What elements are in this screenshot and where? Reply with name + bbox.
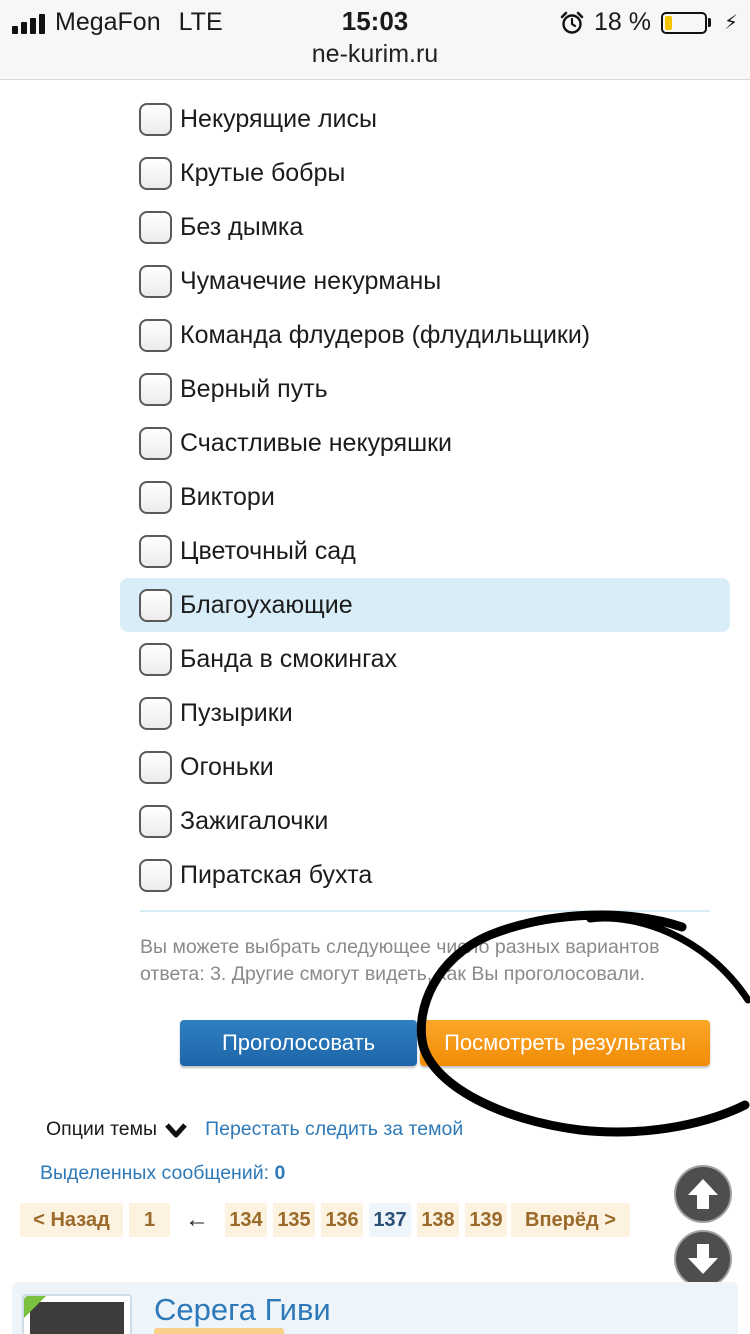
poll-option[interactable]: Пузырики xyxy=(120,686,730,740)
selected-messages[interactable]: Выделенных сообщений: 0 xyxy=(40,1162,285,1185)
post-card: Серега Гиви xyxy=(12,1282,738,1334)
page-number[interactable]: 134 xyxy=(225,1203,267,1237)
scroll-up-button[interactable] xyxy=(674,1165,732,1223)
prev-page-button[interactable]: < Назад xyxy=(20,1203,123,1237)
poll-option[interactable]: Благоухающие xyxy=(120,578,730,632)
poll-option-checkbox[interactable] xyxy=(139,588,172,622)
poll-hint: Вы можете выбрать следующее число разных… xyxy=(140,936,660,985)
poll-option-checkbox[interactable] xyxy=(139,534,172,568)
status-bar: MegaFon LTE 15:03 ne-kurim.ru 18 % ⚡ xyxy=(0,0,750,80)
selected-messages-label: Выделенных сообщений: xyxy=(40,1162,270,1184)
charging-bolt-icon: ⚡ xyxy=(723,12,738,34)
poll-option[interactable]: Крутые бобры xyxy=(120,146,730,200)
poll-option-label: Огоньки xyxy=(180,752,274,781)
page-number[interactable]: 136 xyxy=(321,1203,363,1237)
poll-option-label: Крутые бобры xyxy=(180,158,346,187)
poll-option[interactable]: Огоньки xyxy=(120,740,730,794)
poll-option-label: Без дымка xyxy=(180,212,304,241)
page-number[interactable]: 135 xyxy=(273,1203,315,1237)
page-gap-arrow: ← xyxy=(185,1206,209,1233)
poll-option-checkbox[interactable] xyxy=(139,210,172,244)
poll-option-checkbox[interactable] xyxy=(139,480,172,514)
poll-option-label: Пузырики xyxy=(180,698,293,727)
poll-option-label: Банда в смокингах xyxy=(180,644,398,673)
battery-percent: 18 % xyxy=(593,8,651,36)
page-number[interactable]: 139 xyxy=(465,1203,507,1237)
poll-option-label: Цветочный сад xyxy=(180,536,356,565)
poll-option[interactable]: Команда флудеров (флудильщики) xyxy=(120,308,730,362)
poll-option[interactable]: Зажигалочки xyxy=(120,794,730,848)
poll-option-checkbox[interactable] xyxy=(139,102,172,136)
poll-option-label: Команда флудеров (флудильщики) xyxy=(180,320,591,349)
poll-option-label: Благоухающие xyxy=(180,590,353,619)
page-current[interactable]: 137 xyxy=(369,1203,411,1237)
poll-option-checkbox[interactable] xyxy=(139,642,172,676)
poll-option-label: Виктори xyxy=(180,482,275,511)
online-indicator-icon xyxy=(24,1296,46,1318)
poll-option[interactable]: Банда в смокингах xyxy=(120,632,730,686)
poll-option[interactable]: Счастливые некуряшки xyxy=(120,416,730,470)
vote-button[interactable]: Проголосовать xyxy=(180,1020,417,1066)
poll-option-label: Верный путь xyxy=(180,374,328,403)
poll-option-checkbox[interactable] xyxy=(139,858,172,892)
next-page-button[interactable]: Вперёд > xyxy=(511,1203,630,1237)
poll-option-label: Некурящие лисы xyxy=(180,104,377,133)
page-first[interactable]: 1 xyxy=(129,1203,170,1237)
poll-option-label: Пиратская бухта xyxy=(180,860,373,889)
poll-option-label: Зажигалочки xyxy=(180,806,329,835)
page-number[interactable]: 138 xyxy=(417,1203,459,1237)
poll-option-label: Счастливые некуряшки xyxy=(180,428,453,457)
poll-option[interactable]: Пиратская бухта xyxy=(120,848,730,902)
divider xyxy=(140,910,710,912)
user-rank-badge xyxy=(154,1328,284,1334)
thread-options-label[interactable]: Опции темы xyxy=(46,1118,157,1141)
post-author-name[interactable]: Серега Гиви xyxy=(154,1292,331,1328)
arrow-down-icon xyxy=(688,1244,718,1274)
poll-option-checkbox[interactable] xyxy=(139,156,172,190)
unfollow-thread-link[interactable]: Перестать следить за темой xyxy=(205,1118,463,1141)
arrow-up-icon xyxy=(688,1179,718,1209)
poll-options: Некурящие лисы Крутые бобры Без дымка Чумач… xyxy=(120,92,730,902)
poll-option-checkbox[interactable] xyxy=(139,750,172,784)
poll-option[interactable]: Верный путь xyxy=(120,362,730,416)
alarm-icon xyxy=(560,11,584,34)
poll-option[interactable]: Чумачечие некурманы xyxy=(120,254,730,308)
view-results-button[interactable]: Посмотреть результаты xyxy=(420,1020,710,1066)
avatar[interactable] xyxy=(22,1294,132,1334)
poll-option-checkbox[interactable] xyxy=(139,696,172,730)
status-right: 18 % ⚡ xyxy=(560,8,738,37)
poll-option[interactable]: Виктори xyxy=(120,470,730,524)
poll-option-checkbox[interactable] xyxy=(139,804,172,838)
thread-options-row: Опции темы Перестать следить за темой xyxy=(46,1118,463,1141)
poll-option-checkbox[interactable] xyxy=(139,318,172,352)
poll-option-checkbox[interactable] xyxy=(139,372,172,406)
chevron-down-icon[interactable] xyxy=(163,1120,189,1140)
address-bar-url[interactable]: ne-kurim.ru xyxy=(0,40,750,69)
poll-option[interactable]: Некурящие лисы xyxy=(120,92,730,146)
poll-option-label: Чумачечие некурманы xyxy=(180,266,442,295)
poll-option-checkbox[interactable] xyxy=(139,264,172,298)
scroll-down-button[interactable] xyxy=(674,1230,732,1288)
poll-option[interactable]: Без дымка xyxy=(120,200,730,254)
poll-option-checkbox[interactable] xyxy=(139,426,172,460)
poll-option[interactable]: Цветочный сад xyxy=(120,524,730,578)
battery-icon xyxy=(660,11,711,34)
selected-messages-count: 0 xyxy=(274,1162,286,1184)
